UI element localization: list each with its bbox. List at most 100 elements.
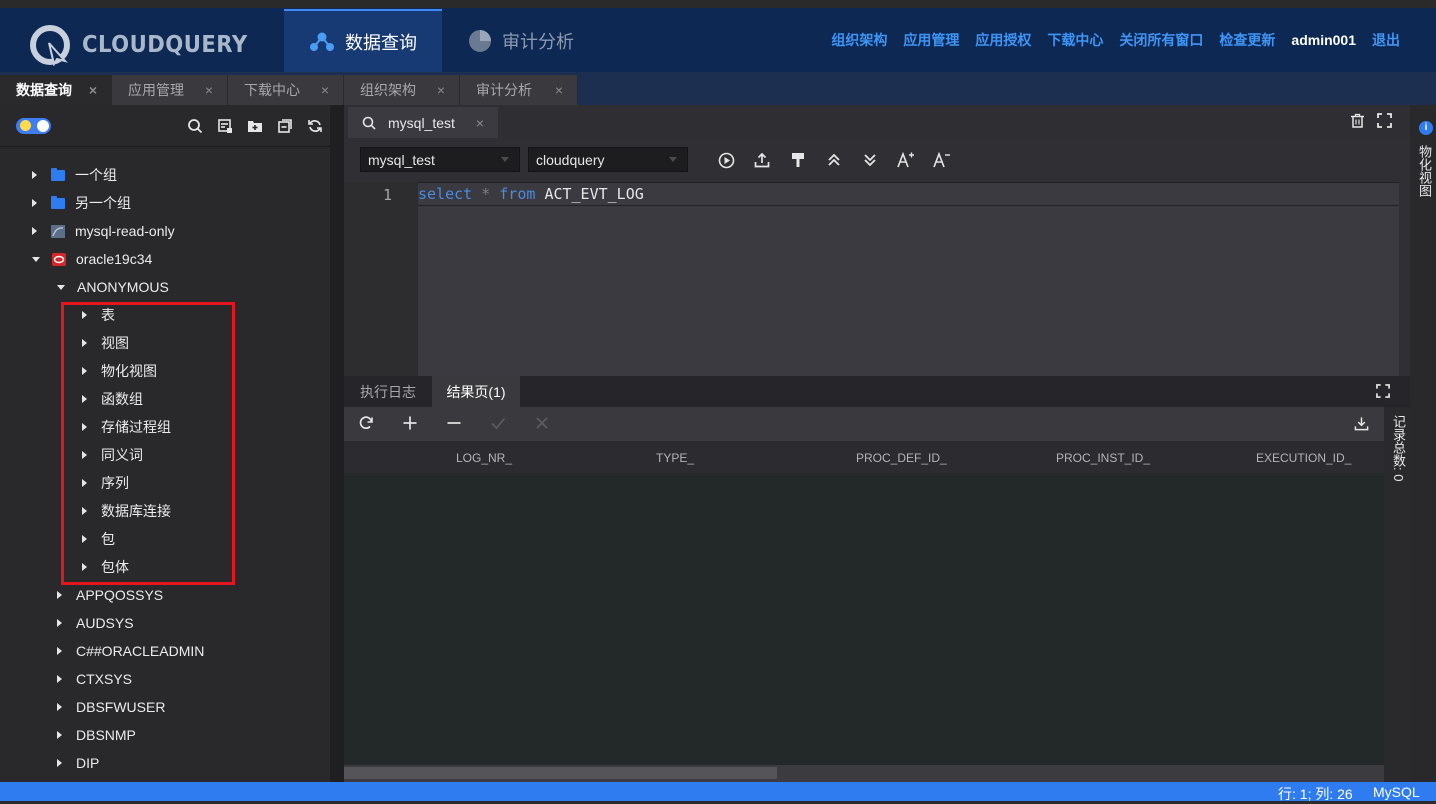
tree-node-anonymous[interactable]: ANONYMOUS (57, 273, 169, 301)
tree-node-dbsnmp[interactable]: DBSNMP (57, 721, 136, 749)
refresh-icon[interactable] (358, 415, 374, 436)
caret-right-icon[interactable] (32, 171, 37, 179)
tree-node-label: DBSFWUSER (76, 699, 166, 715)
editor-scrollbar[interactable] (1399, 182, 1410, 376)
caret-down-icon[interactable] (57, 284, 65, 290)
nav-tab-audit[interactable]: 审计分析 (468, 9, 574, 72)
link-app-manage[interactable]: 应用管理 (903, 30, 959, 50)
code-line: select * from ACT_EVT_LOG (418, 185, 644, 203)
window-tab-org[interactable]: 组织架构 × (344, 75, 460, 105)
scrollbar-thumb[interactable] (344, 767, 777, 779)
tab-result-page[interactable]: 结果页(1) (432, 376, 520, 407)
tree-node-mysql-read-only[interactable]: mysql-read-only (32, 217, 175, 245)
connection-select[interactable]: mysql_test (360, 147, 520, 172)
caret-right-icon[interactable] (57, 591, 62, 599)
window-tab-data-query[interactable]: 数据查询 × (0, 75, 112, 105)
tree-node-dbsfwuser[interactable]: DBSFWUSER (57, 693, 165, 721)
window-tab-download[interactable]: 下载中心 × (228, 75, 344, 105)
link-download[interactable]: 下载中心 (1047, 30, 1103, 50)
fullscreen-icon[interactable] (1376, 384, 1390, 403)
cancel-icon[interactable] (534, 415, 550, 436)
confirm-icon[interactable] (490, 415, 506, 436)
link-close-all[interactable]: 关闭所有窗口 (1119, 30, 1203, 50)
close-icon[interactable]: × (321, 82, 329, 98)
window-tab-audit[interactable]: 审计分析 × (460, 75, 578, 105)
materialized-view-panel-label[interactable]: 物化视图 (1415, 145, 1434, 197)
sql-editor[interactable]: select * from ACT_EVT_LOG (418, 182, 1410, 376)
window-tab-app-manage[interactable]: 应用管理 × (112, 75, 228, 105)
collapse-all-icon[interactable] (270, 118, 300, 134)
delete-row-icon[interactable] (446, 415, 462, 436)
tab-execution-log[interactable]: 执行日志 (360, 376, 416, 407)
fullscreen-icon[interactable] (1377, 113, 1392, 134)
column-header[interactable]: PROC_DEF_ID_ (856, 451, 947, 465)
caret-right-icon[interactable] (57, 675, 62, 683)
grid-horizontal-scrollbar[interactable] (344, 765, 1384, 782)
tree-node-group-2[interactable]: 另一个组 (32, 189, 131, 217)
upload-icon[interactable] (744, 148, 780, 172)
tree-node-oracle19c34[interactable]: oracle19c34 (32, 245, 152, 273)
close-icon[interactable]: × (476, 115, 484, 131)
refresh-icon[interactable] (300, 118, 330, 134)
header-links: 组织架构 应用管理 应用授权 下载中心 关闭所有窗口 检查更新 admin001… (815, 8, 1400, 72)
sidebar-scrollbar[interactable] (330, 105, 344, 782)
format-brush-icon[interactable] (780, 148, 816, 172)
column-header[interactable]: LOG_NR_ (456, 451, 512, 465)
tree-node-dip[interactable]: DIP (57, 749, 99, 777)
tree-node-label: ANONYMOUS (77, 279, 169, 295)
user-name[interactable]: admin001 (1291, 32, 1356, 48)
link-check-update[interactable]: 检查更新 (1219, 30, 1275, 50)
caret-right-icon[interactable] (57, 731, 62, 739)
tree-node-group-1[interactable]: 一个组 (32, 161, 117, 189)
nodes-icon (310, 32, 334, 51)
tree-node-label: APPQOSSYS (76, 587, 164, 603)
tree-node-appqossys[interactable]: APPQOSSYS (57, 581, 163, 609)
tree-node-ctxsys[interactable]: CTXSYS (57, 665, 132, 693)
close-icon[interactable]: × (89, 82, 97, 98)
language-mode[interactable]: MySQL (1373, 784, 1420, 800)
download-icon[interactable] (1354, 415, 1369, 436)
font-increase-icon[interactable] (888, 148, 924, 172)
connection-select-value: mysql_test (368, 151, 435, 168)
search-icon[interactable] (180, 118, 210, 134)
close-icon[interactable]: × (205, 82, 213, 98)
add-connection-icon[interactable] (210, 118, 240, 134)
mysql-icon (51, 224, 65, 238)
caret-right-icon[interactable] (57, 703, 62, 711)
toggle-knob (37, 120, 49, 132)
caret-right-icon[interactable] (57, 619, 62, 627)
column-header[interactable]: PROC_INST_ID_ (1056, 451, 1150, 465)
editor-tab-bar: mysql_test × (344, 105, 1410, 138)
new-folder-icon[interactable] (240, 118, 270, 134)
column-header[interactable]: TYPE_ (656, 451, 694, 465)
grid-header: LOG_NR_ TYPE_ PROC_DEF_ID_ PROC_INST_ID_… (344, 441, 1384, 473)
database-select[interactable]: cloudquery (528, 147, 688, 172)
info-icon[interactable]: i (1419, 121, 1433, 135)
double-up-icon[interactable] (816, 148, 852, 172)
caret-right-icon[interactable] (57, 759, 62, 767)
caret-right-icon[interactable] (32, 227, 37, 235)
close-icon[interactable]: × (555, 82, 563, 98)
theme-toggle[interactable] (16, 118, 51, 134)
tree-node-c-oracleadmin[interactable]: C##ORACLEADMIN (57, 637, 204, 665)
window-tabs: 数据查询 × 应用管理 × 下载中心 × 组织架构 × 审计分析 × (0, 72, 1436, 105)
add-row-icon[interactable] (402, 415, 418, 436)
nav-tab-data-query[interactable]: 数据查询 (284, 9, 442, 72)
caret-right-icon[interactable] (32, 199, 37, 207)
results-grid[interactable]: LOG_NR_ TYPE_ PROC_DEF_ID_ PROC_INST_ID_… (344, 441, 1384, 765)
oracle-icon (52, 252, 66, 266)
font-decrease-icon[interactable] (924, 148, 960, 172)
column-header[interactable]: EXECUTION_ID_ (1256, 451, 1351, 465)
tree-node-audsys[interactable]: AUDSYS (57, 609, 134, 637)
caret-down-icon[interactable] (32, 256, 40, 262)
run-icon[interactable] (708, 148, 744, 172)
trash-icon[interactable] (1350, 113, 1365, 134)
link-org[interactable]: 组织架构 (831, 30, 887, 50)
logout-link[interactable]: 退出 (1372, 30, 1400, 50)
close-icon[interactable]: × (437, 82, 445, 98)
link-app-auth[interactable]: 应用授权 (975, 30, 1031, 50)
editor-tab-mysql-test[interactable]: mysql_test × (348, 107, 498, 138)
double-down-icon[interactable] (852, 148, 888, 172)
chevron-down-icon (501, 157, 509, 162)
caret-right-icon[interactable] (57, 647, 62, 655)
